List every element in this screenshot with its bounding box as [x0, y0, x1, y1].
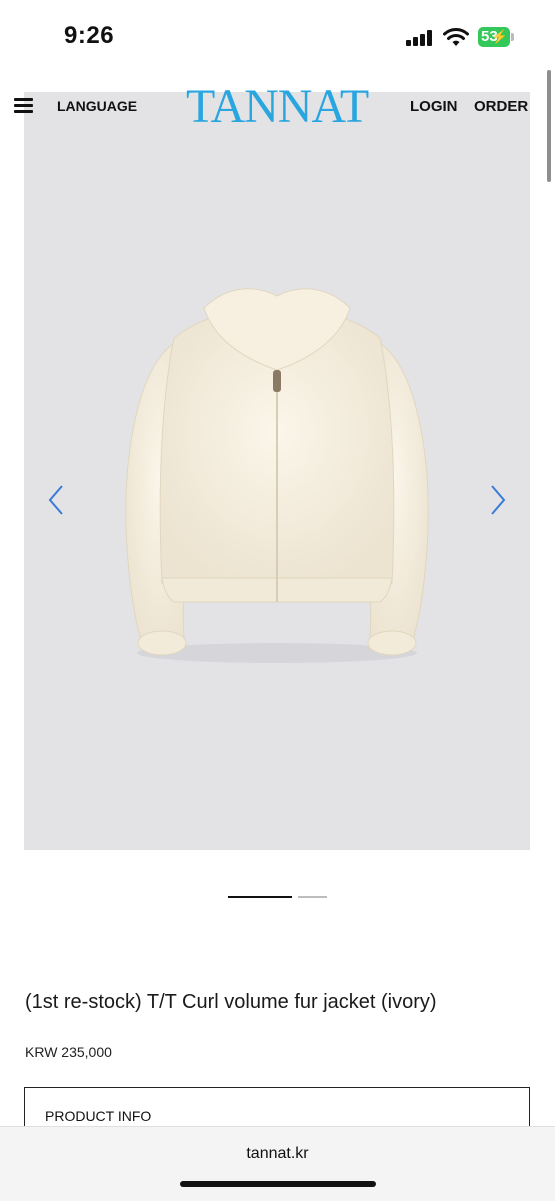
slide-indicator-1[interactable] [228, 896, 292, 898]
url-text[interactable]: tannat.kr [0, 1145, 555, 1163]
status-bar: 9:26 53 ⚡ [0, 0, 555, 70]
chevron-left-icon[interactable] [46, 484, 66, 516]
home-indicator[interactable] [180, 1181, 376, 1187]
product-title: (1st re-stock) T/T Curl volume fur jacke… [25, 991, 437, 1013]
site-logo[interactable]: TANNAT [186, 83, 369, 131]
status-time: 9:26 [64, 22, 115, 49]
charging-bolt-icon: ⚡ [491, 29, 508, 44]
product-info-label: PRODUCT INFO [45, 1108, 152, 1124]
language-button[interactable]: LANGUAGE [57, 98, 137, 114]
product-image[interactable] [24, 128, 530, 850]
battery-icon: 53 ⚡ [478, 27, 510, 47]
fur-jacket-image [125, 288, 429, 663]
order-link[interactable]: ORDER [474, 98, 528, 115]
wifi-icon [443, 28, 469, 46]
slide-indicator-2[interactable] [298, 896, 327, 898]
product-price: KRW 235,000 [25, 1044, 112, 1060]
chevron-right-icon[interactable] [488, 484, 508, 516]
login-link[interactable]: LOGIN [410, 98, 458, 115]
site-header: LANGUAGE TANNAT LOGIN ORDER [0, 83, 555, 131]
browser-address-bar[interactable]: tannat.kr [0, 1126, 555, 1201]
cellular-signal-icon [406, 30, 434, 46]
battery-tip [511, 33, 514, 41]
hamburger-menu-icon[interactable] [14, 98, 33, 114]
